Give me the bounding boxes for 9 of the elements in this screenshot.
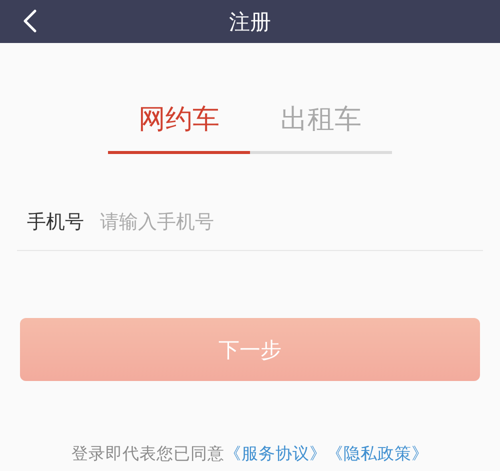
field-label: 手机号 bbox=[27, 210, 84, 235]
tab[interactable]: 网约车 bbox=[108, 101, 250, 154]
window-title: 注册 bbox=[229, 8, 271, 36]
tab[interactable]: 出租车 bbox=[250, 101, 392, 154]
agreement-text: 登录即代表您已同意 bbox=[72, 444, 224, 463]
phone-input-field[interactable]: 请输入手机号 bbox=[98, 210, 483, 234]
back-icon bbox=[23, 9, 37, 33]
agreement-link[interactable]: 《服务协议》 bbox=[224, 444, 326, 463]
agreement-link[interactable]: 《隐私政策》 bbox=[326, 444, 428, 463]
